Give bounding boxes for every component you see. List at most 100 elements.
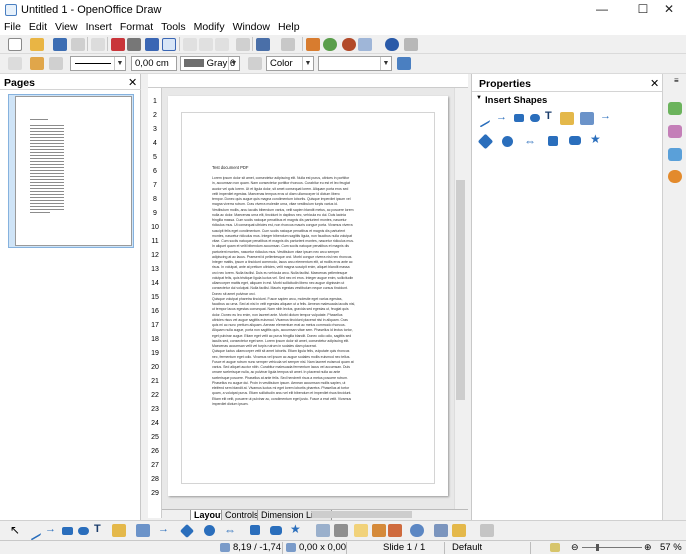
menu-insert[interactable]: Insert — [82, 20, 116, 34]
basic-shapes-icon[interactable] — [179, 523, 195, 539]
line-width-field[interactable]: 0,00 cm — [131, 56, 177, 71]
callouts-icon[interactable] — [270, 526, 282, 535]
curve-icon[interactable] — [112, 524, 126, 537]
alignment-icon[interactable] — [434, 524, 448, 537]
symbol-shapes-icon[interactable] — [204, 525, 215, 536]
redo-icon[interactable] — [281, 38, 295, 51]
menu-window[interactable]: Window — [229, 20, 274, 34]
slide-thumbnail[interactable] — [15, 96, 132, 246]
block-arrows-icon[interactable]: ⇔ — [224, 523, 238, 537]
vertical-ruler[interactable]: 1 2 3 4 5 6 7 8 9 10 11 12 13 14 15 16 1… — [148, 88, 162, 518]
zoom-slider[interactable] — [582, 547, 642, 548]
glue-points-icon[interactable] — [334, 524, 348, 537]
arrange-icon[interactable] — [452, 524, 466, 537]
line-icon[interactable] — [30, 57, 44, 70]
copy-icon[interactable] — [199, 38, 213, 51]
extrusion-icon[interactable] — [480, 524, 494, 537]
whats-this-icon[interactable] — [404, 38, 418, 51]
chart-icon[interactable] — [306, 38, 320, 51]
cut-icon[interactable] — [183, 38, 197, 51]
area-fill-select[interactable]: ▼ — [318, 56, 392, 71]
properties-deck-icon[interactable] — [668, 102, 682, 115]
navigator-icon[interactable] — [342, 38, 356, 51]
connector-icon[interactable] — [136, 524, 150, 537]
zoom-in-icon[interactable]: ⊕ — [644, 541, 652, 554]
menu-view[interactable]: View — [51, 20, 82, 34]
insert-image-icon[interactable] — [323, 38, 337, 51]
help-icon[interactable] — [385, 38, 399, 51]
basic-shapes-icon[interactable] — [477, 133, 494, 150]
pages-close-icon[interactable]: ✕ — [128, 76, 137, 89]
arrow-style-icon[interactable] — [49, 57, 63, 70]
insert-shapes-heading[interactable]: Insert Shapes — [485, 95, 547, 106]
new-document-icon[interactable] — [8, 38, 22, 51]
menu-file[interactable]: File — [0, 20, 25, 34]
zoom-slider-handle[interactable] — [596, 544, 599, 551]
email-icon[interactable] — [71, 38, 85, 51]
flowchart-icon[interactable] — [548, 136, 558, 146]
export-pdf-icon[interactable] — [111, 38, 125, 51]
arrow-line-icon[interactable]: → — [45, 523, 59, 536]
save-icon[interactable] — [53, 38, 67, 51]
block-arrows-icon[interactable]: ⇔ — [524, 134, 538, 148]
menu-help[interactable]: Help — [274, 20, 304, 34]
shadow-icon[interactable] — [397, 57, 411, 70]
gallery-icon[interactable] — [388, 524, 402, 537]
menu-tools[interactable]: Tools — [157, 20, 190, 34]
symbol-shapes-icon[interactable] — [502, 136, 513, 147]
spellcheck-icon[interactable] — [145, 38, 159, 51]
lines-arrows-icon[interactable]: → — [158, 523, 172, 536]
print-icon[interactable] — [127, 38, 141, 51]
menu-modify[interactable]: Modify — [190, 20, 229, 34]
flowchart-icon[interactable] — [250, 525, 260, 535]
lines-arrows-icon[interactable]: → — [600, 110, 614, 123]
points-icon[interactable] — [316, 524, 330, 537]
callouts-icon[interactable] — [569, 136, 581, 145]
line-icon[interactable] — [31, 522, 41, 541]
stars-icon[interactable]: ★ — [290, 522, 304, 536]
zoom-icon[interactable] — [358, 38, 372, 51]
open-folder-icon[interactable] — [30, 38, 44, 51]
autospellcheck-icon[interactable] — [162, 38, 176, 51]
horizontal-scroll-thumb[interactable] — [312, 511, 412, 518]
ellipse-icon[interactable] — [78, 527, 89, 535]
rotate-icon[interactable] — [410, 524, 424, 537]
styles-icon[interactable] — [8, 57, 22, 70]
properties-close-icon[interactable]: ✕ — [650, 77, 659, 90]
menu-edit[interactable]: Edit — [25, 20, 51, 34]
edit-file-icon[interactable] — [91, 38, 105, 51]
undo-icon[interactable] — [256, 38, 270, 51]
line-color-select[interactable]: Gray 6 ▼ — [180, 56, 240, 71]
line-style-select[interactable]: ▼ — [70, 56, 126, 71]
fontwork-icon[interactable] — [354, 524, 368, 537]
from-file-icon[interactable] — [372, 524, 386, 537]
area-icon[interactable] — [248, 57, 262, 70]
connector-tool-icon[interactable] — [580, 112, 594, 125]
rectangle-tool-icon[interactable] — [514, 114, 524, 122]
zoom-percentage[interactable]: 57 % — [660, 541, 682, 554]
clone-formatting-icon[interactable] — [236, 38, 250, 51]
zoom-out-icon[interactable]: ⊖ — [571, 541, 579, 554]
line-tool-icon[interactable] — [480, 109, 490, 128]
menu-format[interactable]: Format — [116, 20, 157, 34]
rectangle-icon[interactable] — [62, 527, 73, 535]
curve-tool-icon[interactable] — [560, 112, 574, 125]
document-title[interactable]: Test document PDF — [212, 165, 412, 170]
area-style-select[interactable]: Color ▼ — [266, 56, 314, 71]
close-button[interactable]: ✕ — [652, 0, 686, 20]
minimize-button[interactable]: — — [585, 0, 619, 20]
stars-icon[interactable]: ★ — [590, 132, 604, 146]
navigator-deck-icon[interactable] — [668, 170, 682, 183]
master-page-name[interactable]: Default — [452, 541, 482, 554]
sidebar-menu-icon[interactable]: ≡ — [674, 76, 679, 85]
gallery-deck-icon[interactable] — [668, 148, 682, 161]
styles-deck-icon[interactable] — [668, 125, 682, 138]
section-collapse-icon[interactable]: ▼ — [476, 95, 482, 101]
horizontal-ruler[interactable] — [148, 74, 468, 88]
text-tool-icon[interactable]: T — [545, 110, 559, 123]
select-icon[interactable]: ↖ — [10, 524, 24, 537]
arrow-tool-icon[interactable]: → — [496, 112, 510, 125]
text-icon[interactable]: T — [94, 523, 108, 536]
ellipse-tool-icon[interactable] — [530, 114, 540, 122]
paste-icon[interactable] — [215, 38, 229, 51]
